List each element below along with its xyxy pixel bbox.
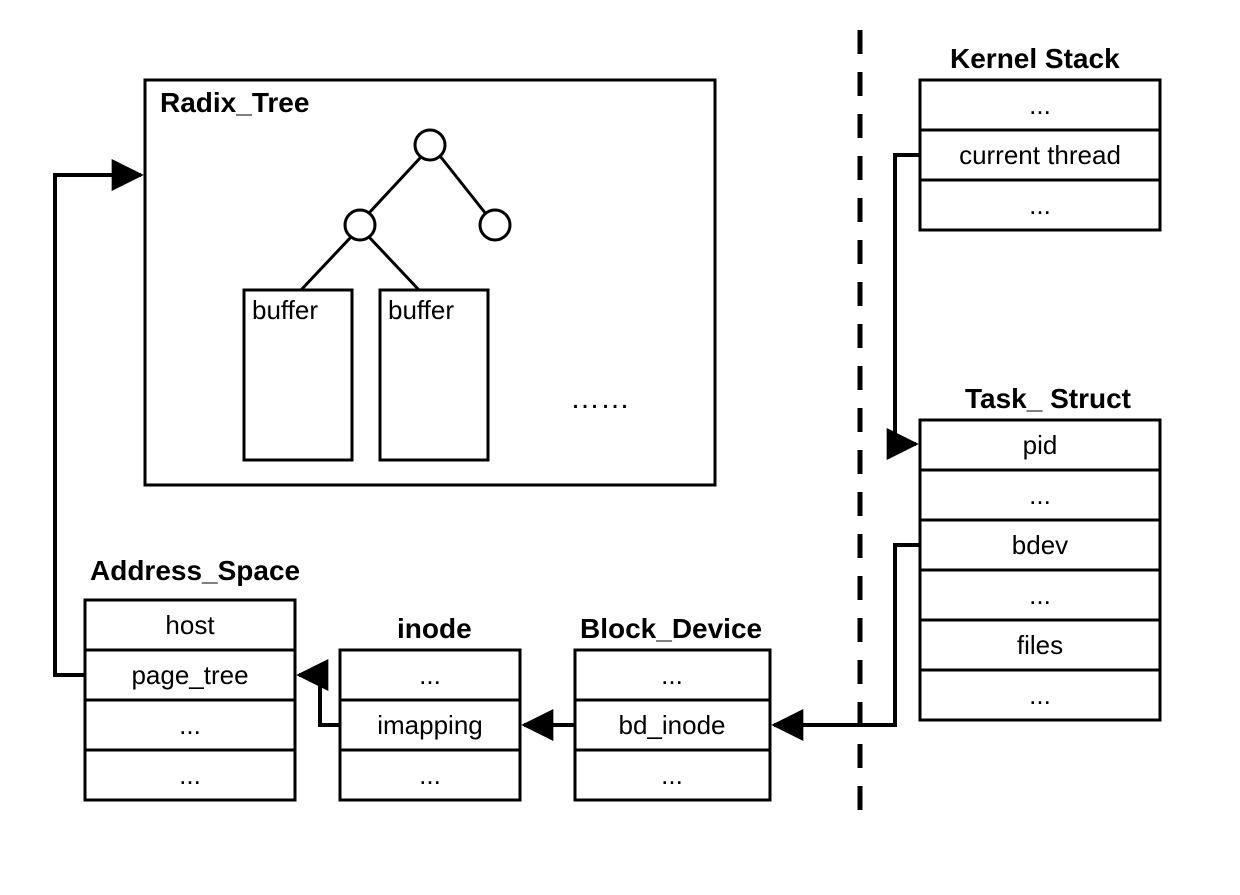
block-device-title: Block_Device bbox=[580, 613, 762, 644]
block-device-row-0: ... bbox=[661, 660, 683, 690]
block-device-struct: Block_Device ... bd_inode ... bbox=[575, 613, 770, 800]
radix-tree-box: Radix_Tree buffer buffer …… bbox=[145, 80, 715, 485]
buffer-leaf-1: buffer bbox=[244, 290, 352, 460]
buffer-leaf-1-label: buffer bbox=[252, 295, 318, 325]
task-struct-row-5: ... bbox=[1029, 680, 1051, 710]
task-struct-row-0: pid bbox=[1023, 430, 1058, 460]
diagram-canvas: Radix_Tree buffer buffer …… Address_Spac… bbox=[0, 0, 1240, 895]
task-struct-row-2: bdev bbox=[1012, 530, 1068, 560]
inode-row-0: ... bbox=[419, 660, 441, 690]
kernel-stack-row-0: ... bbox=[1029, 90, 1051, 120]
buffer-leaf-2: buffer bbox=[380, 290, 488, 460]
task-struct-row-3: ... bbox=[1029, 580, 1051, 610]
inode-struct: inode ... imapping ... bbox=[340, 613, 520, 800]
address-space-row-0: host bbox=[165, 610, 215, 640]
tree-left-node bbox=[345, 210, 375, 240]
kernel-stack-title: Kernel Stack bbox=[950, 43, 1120, 74]
tree-root-node bbox=[415, 130, 445, 160]
kernel-stack-struct: Kernel Stack ... current thread ... bbox=[920, 43, 1160, 230]
task-struct-title: Task_ Struct bbox=[965, 383, 1131, 414]
address-space-struct: Address_Space host page_tree ... ... bbox=[85, 555, 300, 800]
address-space-row-1: page_tree bbox=[131, 660, 248, 690]
kernel-stack-row-2: ... bbox=[1029, 190, 1051, 220]
radix-tree-more: …… bbox=[570, 382, 630, 415]
block-device-row-1: bd_inode bbox=[619, 710, 726, 740]
inode-row-2: ... bbox=[419, 760, 441, 790]
address-space-row-3: ... bbox=[179, 760, 201, 790]
arrow-currentthread-to-pid bbox=[895, 155, 920, 444]
inode-row-1: imapping bbox=[377, 710, 483, 740]
address-space-title: Address_Space bbox=[90, 555, 300, 586]
address-space-row-2: ... bbox=[179, 710, 201, 740]
arrow-bdev-to-bdinode bbox=[774, 545, 920, 725]
task-struct-row-4: files bbox=[1017, 630, 1063, 660]
task-struct-row-1: ... bbox=[1029, 480, 1051, 510]
radix-tree-title: Radix_Tree bbox=[160, 87, 309, 118]
kernel-stack-row-1: current thread bbox=[959, 140, 1121, 170]
buffer-leaf-2-label: buffer bbox=[388, 295, 454, 325]
task-struct: Task_ Struct pid ... bdev ... files ... bbox=[920, 383, 1160, 720]
inode-title: inode bbox=[397, 613, 472, 644]
block-device-row-2: ... bbox=[661, 760, 683, 790]
